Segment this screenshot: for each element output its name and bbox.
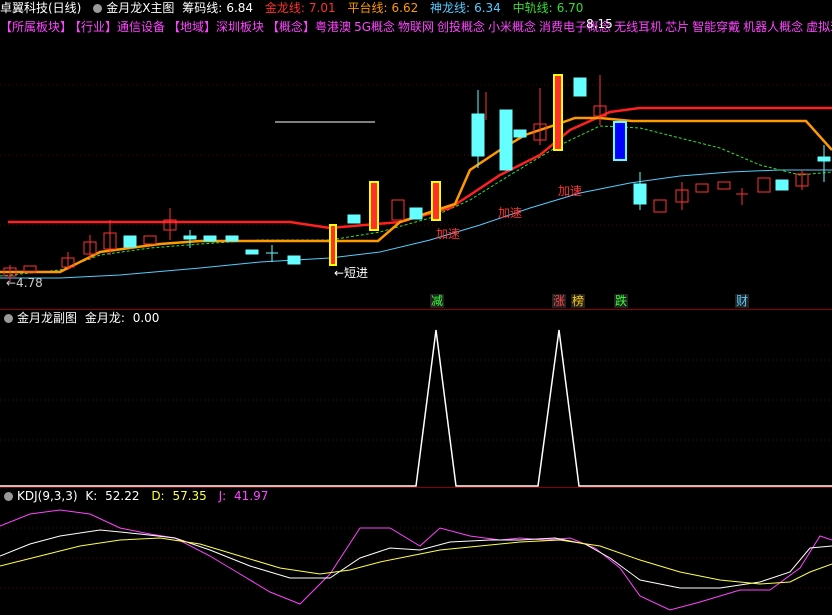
event-tag-0[interactable]: 减 — [430, 294, 445, 308]
sub-chart-canvas[interactable] — [0, 310, 832, 488]
kdj-chart-canvas[interactable] — [0, 488, 832, 615]
short-entry-label: ←短进 — [334, 266, 369, 280]
high-price-label: 8.15 — [586, 17, 613, 31]
jinyuelong-line — [0, 329, 832, 487]
accel-label-2: 加速 — [498, 206, 523, 220]
event-tag-4[interactable]: 财 — [735, 294, 750, 308]
main-chart-canvas[interactable] — [0, 0, 832, 309]
sub-chart-panel[interactable]: 金月龙副图 金月龙: 0.00 — [0, 309, 832, 488]
kdj-j-line — [0, 509, 832, 611]
kdj-panel[interactable]: KDJ(9,3,3) K: 52.22 D: 57.35 J: 41.97 — [0, 487, 832, 615]
shenlong-line — [0, 169, 832, 279]
main-chart-panel[interactable]: 卓翼科技(日线) 金月龙X主图 筹码线: 6.84 金龙线: 7.01 平台线: 6.… — [0, 0, 832, 309]
accel-label-3: 加速 — [558, 184, 583, 198]
kdj-k-line — [0, 529, 832, 589]
accel-label-1: 加速 — [436, 227, 461, 241]
event-tag-1[interactable]: 涨 — [552, 294, 567, 308]
event-tag-3[interactable]: 跌 — [614, 294, 629, 308]
zhonggui-line — [0, 125, 832, 277]
low-price-label: ←4.78 — [6, 276, 43, 290]
kdj-d-line — [0, 537, 832, 585]
pingtai-line — [0, 116, 832, 274]
event-tag-2[interactable]: 榜 — [571, 294, 586, 308]
